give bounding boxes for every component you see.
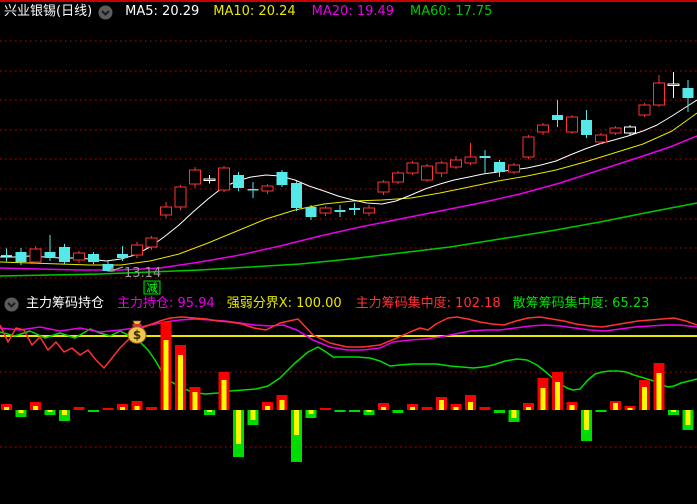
ma-lines [0, 99, 697, 277]
indicator-panel-header: 主力筹码持仓 主力持仓: 95.94 强弱分界X: 100.00 主力筹码集中度… [0, 294, 697, 314]
strength-bars [1, 322, 694, 462]
chevron-down-icon[interactable] [4, 297, 19, 312]
reduce-marker: 减 [143, 280, 161, 295]
stat-sanchou-jizhongdu: 散筹筹码集中度: 65.23 [512, 296, 650, 311]
candles-layer [1, 72, 694, 272]
indicator-lines [0, 316, 697, 395]
stat-zhuli-jizhongdu: 主力筹码集中度: 102.18 [355, 296, 501, 311]
indicator-title[interactable]: 主力筹码持仓 [26, 294, 104, 314]
svg-text:$: $ [133, 328, 141, 342]
sub-gridlines [0, 335, 697, 448]
svg-text:13.14: 13.14 [124, 266, 161, 281]
svg-text:减: 减 [147, 282, 158, 295]
stat-zhuli-chicang: 主力持仓: 95.94 [117, 296, 215, 311]
candlestick-and-indicator-chart[interactable]: 13.14减 $ [0, 0, 697, 504]
money-bag-icon: $ [127, 320, 147, 344]
stat-qiangruo-fenjie: 强弱分界X: 100.00 [226, 296, 342, 311]
stock-chart-window: 兴业银锡(日线) MA5: 20.29 MA10: 20.24 MA20: 19… [0, 0, 697, 504]
